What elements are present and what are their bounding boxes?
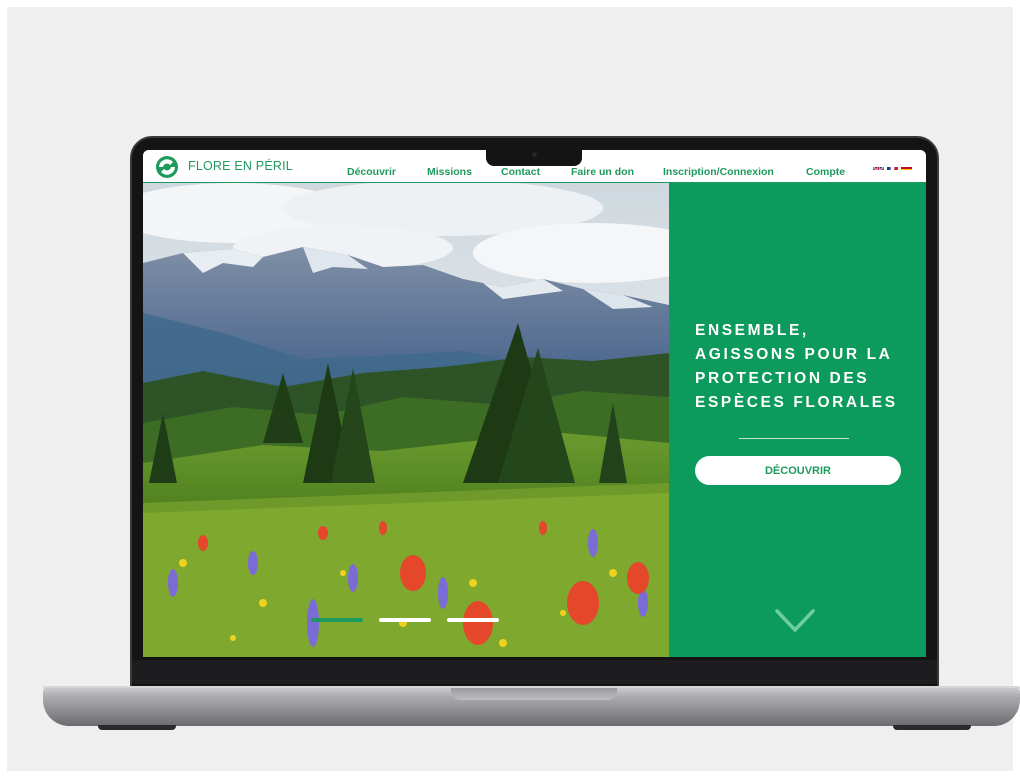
laptop-opening-notch: [451, 688, 617, 700]
headline-divider: [739, 438, 849, 439]
nav-decouvrir[interactable]: Découvrir: [347, 166, 396, 178]
headline-line-2: AGISSONS POUR LA: [695, 346, 893, 363]
laptop-screen: FLORE EN PÉRIL Découvrir Missions Contac…: [143, 150, 926, 657]
carousel-indicators: [311, 618, 499, 622]
hero-headline: ENSEMBLE, AGISSONS POUR LA PROTECTION DE…: [695, 319, 925, 415]
language-switcher: [873, 162, 912, 171]
hero-panel: ENSEMBLE, AGISSONS POUR LA PROTECTION DE…: [669, 183, 926, 657]
leaf-globe-logo[interactable]: [155, 155, 179, 179]
nav-faire-un-don[interactable]: Faire un don: [571, 166, 634, 178]
nav-compte[interactable]: Compte: [806, 166, 845, 178]
hero-landscape-image: [143, 183, 669, 657]
headline-line-4: ESPÈCES FLORALES: [695, 394, 898, 411]
headline-line-1: ENSEMBLE,: [695, 322, 809, 339]
carousel-dot-1[interactable]: [311, 618, 363, 622]
headline-line-3: PROTECTION DES: [695, 370, 870, 387]
carousel-dot-2[interactable]: [379, 618, 431, 622]
laptop-foot-right: [893, 725, 971, 730]
nav-contact[interactable]: Contact: [501, 166, 540, 178]
france-flag-icon[interactable]: [887, 162, 898, 170]
chevron-down-icon[interactable]: [774, 608, 816, 634]
brand-name[interactable]: FLORE EN PÉRIL: [188, 159, 293, 173]
spain-flag-icon[interactable]: [901, 162, 912, 170]
carousel-dot-3[interactable]: [447, 618, 499, 622]
nav-missions[interactable]: Missions: [427, 166, 472, 178]
uk-flag-icon[interactable]: [873, 162, 884, 170]
nav-inscription-connexion[interactable]: Inscription/Connexion: [663, 166, 774, 178]
laptop-foot-left: [98, 725, 176, 730]
laptop-chin: [132, 660, 937, 684]
camera-icon: [532, 152, 537, 157]
discover-button[interactable]: DÉCOUVRIR: [695, 456, 901, 485]
